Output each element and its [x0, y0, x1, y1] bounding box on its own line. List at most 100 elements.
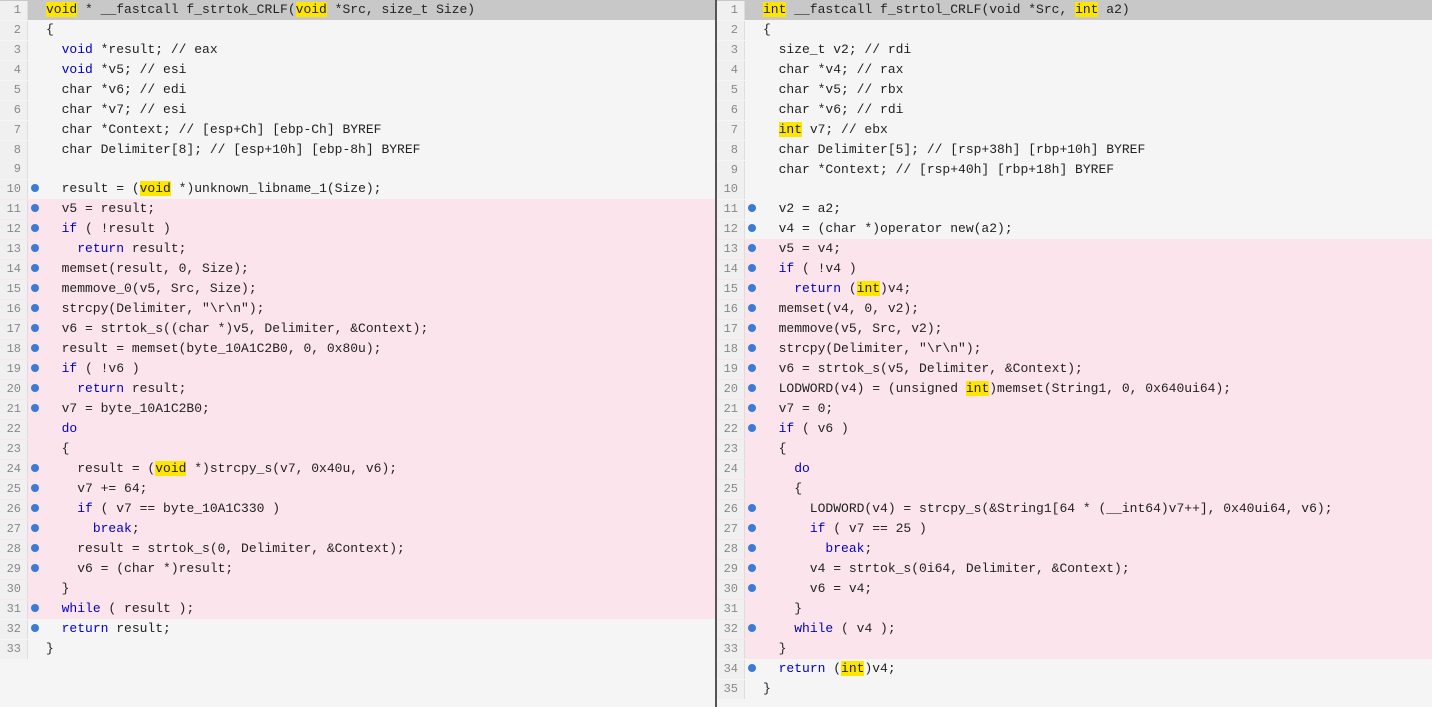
code-content: v6 = strtok_s(v5, Delimiter, &Context);: [759, 359, 1432, 378]
code-content: result = (void *)strcpy_s(v7, 0x40u, v6)…: [42, 459, 715, 478]
right-code-area[interactable]: 1int __fastcall f_strtol_CRLF(void *Src,…: [717, 0, 1432, 707]
code-line: 15 return (int)v4;: [717, 279, 1432, 299]
breakpoint-col[interactable]: [28, 224, 42, 232]
code-line: 2{: [717, 20, 1432, 40]
code-line: 18 result = memset(byte_10A1C2B0, 0, 0x8…: [0, 339, 715, 359]
breakpoint-col[interactable]: [28, 484, 42, 492]
line-number: 9: [717, 161, 745, 180]
code-content: v6 = (char *)result;: [42, 559, 715, 578]
breakpoint-col[interactable]: [745, 384, 759, 392]
breakpoint-dot: [748, 624, 756, 632]
code-line: 10: [717, 180, 1432, 199]
line-number: 5: [717, 81, 745, 100]
breakpoint-col[interactable]: [28, 324, 42, 332]
breakpoint-dot: [31, 564, 39, 572]
code-line: 1void * __fastcall f_strtok_CRLF(void *S…: [0, 0, 715, 20]
breakpoint-col[interactable]: [28, 564, 42, 572]
breakpoint-col[interactable]: [745, 524, 759, 532]
code-line: 35}: [717, 679, 1432, 699]
breakpoint-col[interactable]: [745, 404, 759, 412]
line-number: 27: [717, 520, 745, 539]
line-number: 26: [717, 500, 745, 519]
code-line: 3 size_t v2; // rdi: [717, 40, 1432, 60]
breakpoint-col[interactable]: [28, 284, 42, 292]
line-number: 29: [0, 560, 28, 579]
breakpoint-col[interactable]: [28, 364, 42, 372]
code-content: char *Context; // [rsp+40h] [rbp+18h] BY…: [759, 160, 1432, 179]
breakpoint-col[interactable]: [28, 504, 42, 512]
code-content: if ( !v4 ): [759, 259, 1432, 278]
breakpoint-col[interactable]: [745, 424, 759, 432]
breakpoint-col[interactable]: [28, 384, 42, 392]
line-number: 13: [717, 240, 745, 259]
line-number: 17: [717, 320, 745, 339]
code-line: 31 }: [717, 599, 1432, 619]
code-line: 22 if ( v6 ): [717, 419, 1432, 439]
breakpoint-col[interactable]: [745, 584, 759, 592]
line-number: 6: [717, 101, 745, 120]
code-content: return (int)v4;: [759, 279, 1432, 298]
line-number: 21: [717, 400, 745, 419]
breakpoint-col[interactable]: [745, 664, 759, 672]
line-number: 3: [0, 41, 28, 60]
breakpoint-col[interactable]: [745, 364, 759, 372]
line-number: 11: [0, 200, 28, 219]
breakpoint-col[interactable]: [745, 544, 759, 552]
line-number: 32: [717, 620, 745, 639]
breakpoint-col[interactable]: [745, 324, 759, 332]
code-content: int v7; // ebx: [759, 120, 1432, 139]
breakpoint-col[interactable]: [745, 244, 759, 252]
breakpoint-col[interactable]: [28, 184, 42, 192]
left-code-area[interactable]: 1void * __fastcall f_strtok_CRLF(void *S…: [0, 0, 715, 707]
line-number: 31: [0, 600, 28, 619]
breakpoint-col[interactable]: [745, 304, 759, 312]
breakpoint-col[interactable]: [28, 624, 42, 632]
breakpoint-col[interactable]: [28, 524, 42, 532]
breakpoint-dot: [31, 604, 39, 612]
breakpoint-col[interactable]: [745, 204, 759, 212]
line-number: 28: [717, 540, 745, 559]
breakpoint-col[interactable]: [28, 244, 42, 252]
breakpoint-col[interactable]: [745, 624, 759, 632]
line-number: 23: [717, 440, 745, 459]
line-number: 5: [0, 81, 28, 100]
code-content: break;: [42, 519, 715, 538]
code-line: 12 v4 = (char *)operator new(a2);: [717, 219, 1432, 239]
breakpoint-dot: [31, 284, 39, 292]
breakpoint-col[interactable]: [745, 264, 759, 272]
line-number: 6: [0, 101, 28, 120]
line-number: 30: [717, 580, 745, 599]
code-content: strcpy(Delimiter, "\r\n");: [42, 299, 715, 318]
code-content: break;: [759, 539, 1432, 558]
code-content: v7 = 0;: [759, 399, 1432, 418]
breakpoint-col[interactable]: [28, 204, 42, 212]
code-line: 12 if ( !result ): [0, 219, 715, 239]
line-number: 24: [717, 460, 745, 479]
breakpoint-dot: [748, 364, 756, 372]
line-number: 11: [717, 200, 745, 219]
breakpoint-col[interactable]: [745, 344, 759, 352]
code-content: char *v5; // rbx: [759, 80, 1432, 99]
breakpoint-dot: [748, 204, 756, 212]
code-line: 16 memset(v4, 0, v2);: [717, 299, 1432, 319]
code-line: 4 void *v5; // esi: [0, 60, 715, 80]
breakpoint-col[interactable]: [28, 404, 42, 412]
line-number: 33: [717, 640, 745, 659]
code-line: 26 if ( v7 == byte_10A1C330 ): [0, 499, 715, 519]
breakpoint-dot: [31, 484, 39, 492]
breakpoint-col[interactable]: [745, 504, 759, 512]
breakpoint-col[interactable]: [28, 304, 42, 312]
breakpoint-col[interactable]: [28, 464, 42, 472]
code-content: v7 += 64;: [42, 479, 715, 498]
breakpoint-col[interactable]: [28, 544, 42, 552]
breakpoint-col[interactable]: [745, 564, 759, 572]
breakpoint-col[interactable]: [28, 264, 42, 272]
breakpoint-col[interactable]: [745, 224, 759, 232]
breakpoint-col[interactable]: [28, 344, 42, 352]
breakpoint-dot: [748, 344, 756, 352]
line-number: 34: [717, 660, 745, 679]
breakpoint-col[interactable]: [745, 284, 759, 292]
breakpoint-dot: [31, 324, 39, 332]
line-number: 16: [0, 300, 28, 319]
breakpoint-col[interactable]: [28, 604, 42, 612]
